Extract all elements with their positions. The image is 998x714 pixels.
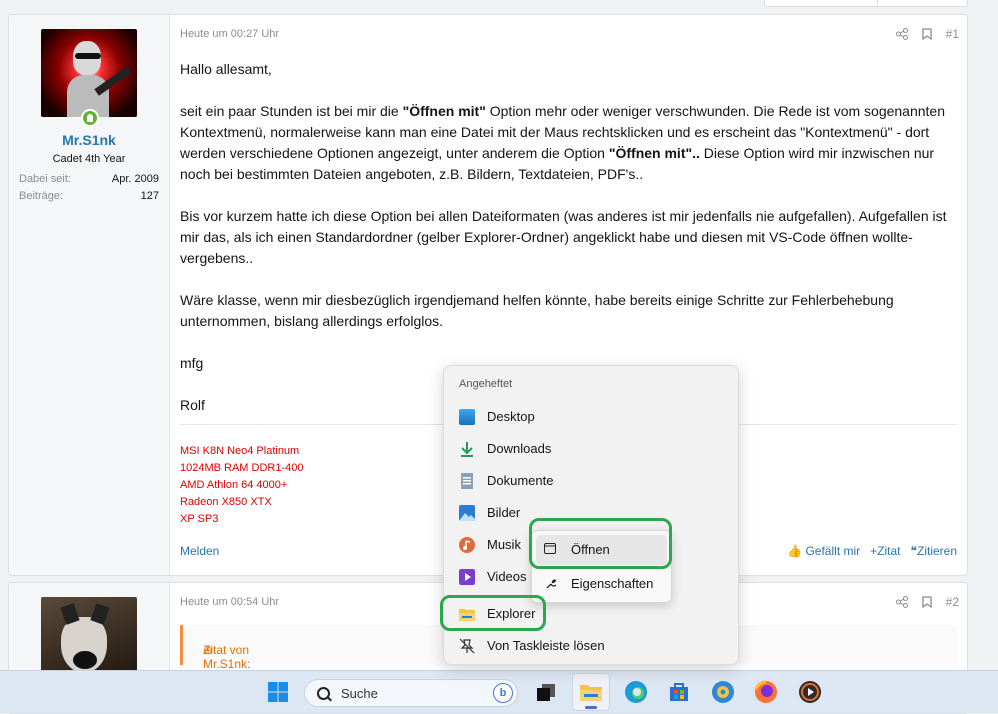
search-icon	[317, 687, 330, 700]
task-view-icon[interactable]	[533, 679, 559, 705]
stat-label: Dabei seit:	[19, 173, 71, 185]
thumbs-up-icon: 👍	[787, 544, 803, 558]
settings-app-icon[interactable]	[710, 679, 736, 705]
bing-icon[interactable]: b	[493, 683, 513, 703]
firefox-icon[interactable]	[753, 679, 779, 705]
online-status-icon	[81, 109, 99, 127]
jump-item-label: Desktop	[487, 409, 535, 424]
store-icon[interactable]	[666, 679, 692, 705]
desktop-icon	[459, 409, 475, 425]
music-icon	[459, 537, 475, 553]
jump-item-label: Videos	[487, 569, 527, 584]
download-icon	[461, 442, 473, 457]
unpin-icon	[459, 638, 475, 654]
jump-item-label: Von Taskleiste lösen	[487, 638, 605, 653]
properties-label: Eigenschaften	[571, 576, 654, 591]
share-icon[interactable]	[895, 28, 908, 40]
start-button-icon[interactable]	[265, 679, 291, 705]
properties-menu-item[interactable]: Eigenschaften	[536, 569, 667, 599]
paragraph: Bis vor kurzem hatte ich diese Option be…	[180, 208, 947, 266]
pictures-icon	[459, 505, 475, 521]
report-link[interactable]: Melden	[180, 544, 219, 558]
post-1-user-column: Mr.S1nk Cadet 4th Year Dabei seit: Apr. …	[9, 15, 170, 575]
media-player-icon[interactable]	[797, 679, 823, 705]
jump-item-label: Downloads	[487, 441, 552, 456]
stat-value: 127	[140, 190, 159, 202]
jump-item-downloads[interactable]: Downloads	[444, 433, 738, 465]
post-actions: #2	[895, 595, 959, 609]
user-title: Cadet 4th Year	[52, 153, 126, 165]
post-actions: #1	[895, 27, 959, 41]
document-icon	[461, 473, 473, 489]
post-date[interactable]: Heute um 00:54 Uhr	[180, 596, 279, 608]
paragraph: Wäre klasse, wenn mir diesbezüglich irge…	[180, 292, 894, 329]
stat-value: Apr. 2009	[111, 173, 159, 185]
jump-item-documents[interactable]: Dokumente	[444, 465, 738, 497]
share-icon[interactable]	[895, 596, 908, 608]
unpin-from-taskbar[interactable]: Von Taskleiste lösen	[444, 630, 738, 662]
post-number[interactable]: #1	[946, 27, 959, 41]
search-placeholder: Suche	[341, 686, 378, 701]
quote-label: Zitat	[877, 544, 901, 558]
jump-list-header: Angeheftet	[459, 378, 513, 390]
toolbar-separator	[877, 0, 878, 6]
avatar[interactable]	[41, 29, 137, 117]
top-toolbar-fragment	[764, 0, 968, 7]
paragraph: Hallo allesamt,	[180, 61, 272, 77]
like-button[interactable]: 👍 Gefällt mir	[787, 544, 860, 558]
post-number[interactable]: #2	[946, 595, 959, 609]
taskbar-search[interactable]: Suche b	[304, 679, 518, 707]
stat-joined: Dabei seit: Apr. 2009	[19, 173, 159, 185]
active-indicator	[585, 706, 597, 709]
like-label: Gefällt mir	[805, 544, 861, 558]
cite-label: Zitieren	[916, 544, 957, 558]
highlight-open	[529, 518, 672, 569]
jump-item-label: Dokumente	[487, 473, 554, 488]
post-reactions: 👍 Gefällt mir +Zitat ❝Zitieren	[787, 544, 957, 558]
jump-item-desktop[interactable]: Desktop	[444, 401, 738, 433]
wrench-icon	[546, 579, 556, 588]
stat-label: Beiträge:	[19, 190, 64, 202]
bookmark-icon[interactable]	[921, 596, 932, 608]
video-icon	[459, 569, 475, 585]
edge-icon[interactable]	[623, 679, 649, 705]
arrow-up-circle-icon: ⊕	[203, 643, 214, 657]
paragraph: seit ein paar Stunden ist bei mir die "Ö…	[180, 103, 946, 182]
highlight-explorer	[440, 595, 546, 631]
username[interactable]: Mr.S1nk	[9, 132, 169, 148]
bookmark-icon[interactable]	[921, 28, 932, 40]
cite-button[interactable]: ❝Zitieren	[911, 544, 957, 558]
jump-item-label: Musik	[487, 537, 521, 552]
explorer-taskbar-button[interactable]	[572, 673, 610, 711]
post-date[interactable]: Heute um 00:27 Uhr	[180, 28, 279, 40]
folder-icon	[580, 685, 602, 701]
stat-posts: Beiträge: 127	[19, 190, 159, 202]
jump-item-label: Bilder	[487, 505, 521, 520]
quote-button[interactable]: +Zitat	[870, 544, 900, 558]
taskbar: Suche b	[0, 670, 998, 713]
